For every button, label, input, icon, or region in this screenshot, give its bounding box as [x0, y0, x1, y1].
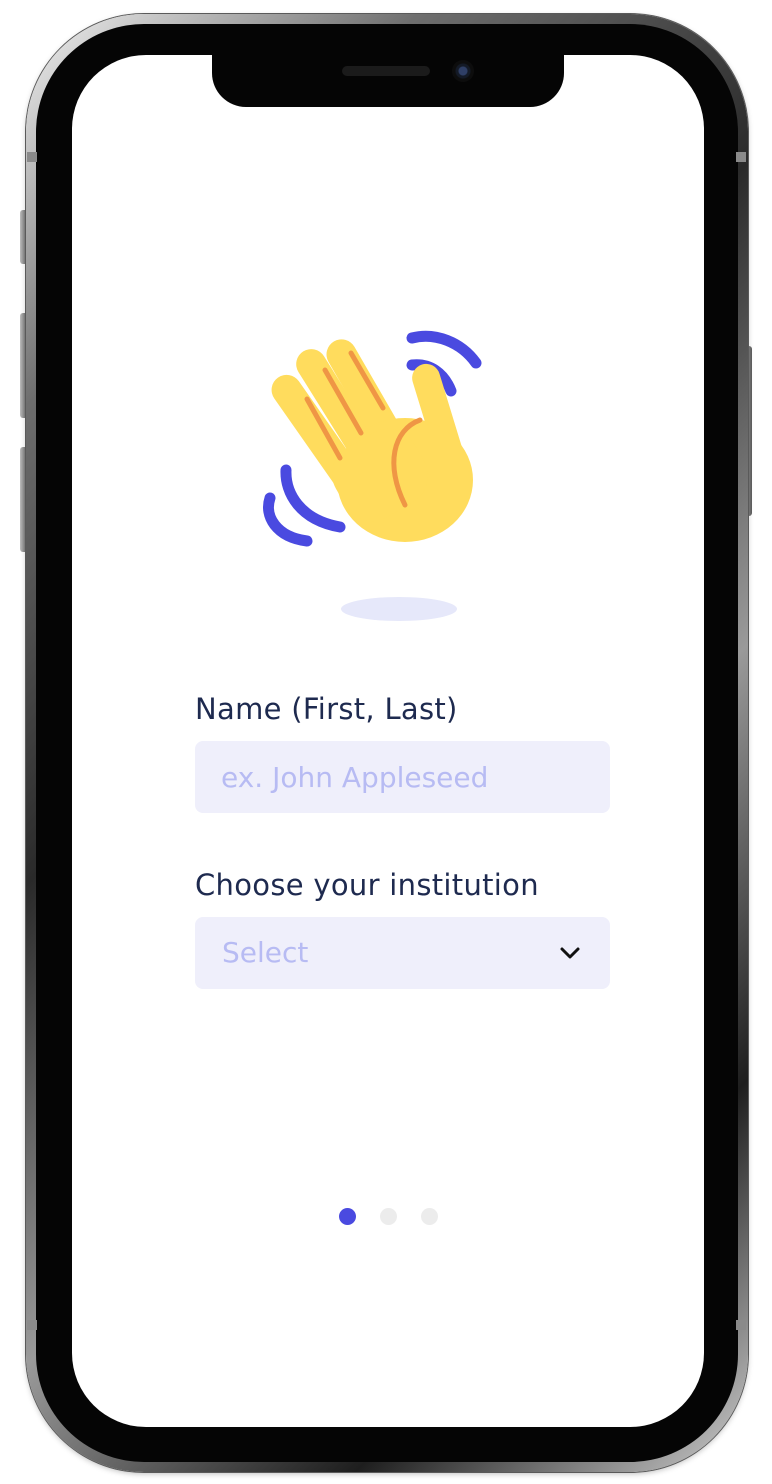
- institution-label: Choose your institution: [195, 868, 539, 902]
- institution-select[interactable]: Select: [195, 917, 610, 989]
- name-field-box: [195, 741, 610, 813]
- name-input[interactable]: [195, 741, 610, 813]
- antenna-band: [736, 152, 746, 162]
- antenna-band: [736, 1320, 746, 1330]
- pagination-dots: [339, 1208, 439, 1226]
- front-camera: [452, 60, 474, 82]
- pagination-dot[interactable]: [421, 1208, 438, 1225]
- earpiece-speaker: [342, 66, 430, 76]
- name-label: Name (First, Last): [195, 692, 458, 726]
- pagination-dot-active[interactable]: [339, 1208, 356, 1225]
- institution-select-value: Select: [222, 936, 309, 969]
- device-stage: Name (First, Last) Choose your instituti…: [0, 0, 772, 1484]
- pagination-dot[interactable]: [380, 1208, 397, 1225]
- antenna-band: [27, 1320, 37, 1330]
- chevron-down-icon: [560, 947, 580, 959]
- waving-hand-icon: [255, 315, 500, 555]
- phone-notch: [212, 53, 564, 107]
- hero-shadow: [341, 597, 457, 621]
- antenna-band: [27, 152, 37, 162]
